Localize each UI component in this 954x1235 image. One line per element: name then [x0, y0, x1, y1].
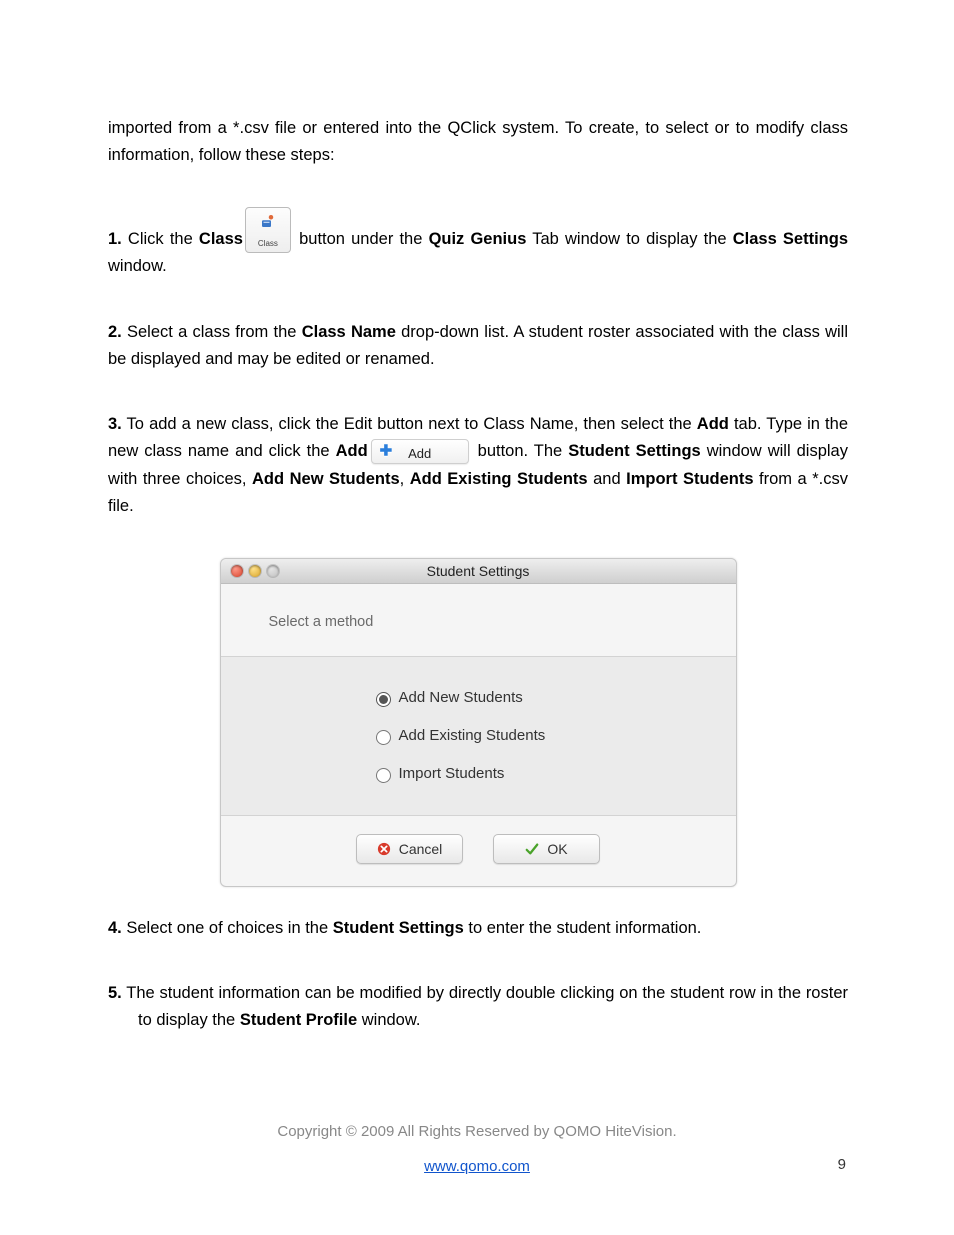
copyright-text: Copyright © 2009 All Rights Reserved by … [0, 1123, 954, 1140]
ok-button-label: OK [547, 841, 567, 857]
radio-import-students-label: Import Students [399, 765, 505, 782]
step-3-num: 3. [108, 415, 122, 433]
radio-add-new-students-label: Add New Students [399, 689, 523, 706]
radio-import-students[interactable]: Import Students [221, 755, 736, 793]
step-5-num: 5. [108, 984, 122, 1002]
step-5: 5. The student information can be modifi… [108, 980, 848, 1034]
student-settings-dialog: Student Settings Select a method Add New… [220, 558, 737, 887]
window-close-icon[interactable] [231, 565, 243, 577]
add-button-inline[interactable]: ✚ Add [371, 439, 469, 464]
step-2-num: 2. [108, 323, 122, 341]
cancel-icon [377, 842, 391, 856]
ok-icon [525, 842, 539, 856]
radio-import-students-input[interactable] [376, 768, 391, 783]
class-button-label: Class [246, 237, 290, 250]
dialog-title: Student Settings [221, 563, 736, 579]
radio-add-existing-students[interactable]: Add Existing Students [221, 717, 736, 755]
radio-add-new-students-input[interactable] [376, 692, 391, 707]
page-number: 9 [838, 1156, 846, 1173]
footer-link[interactable]: www.qomo.com [424, 1158, 530, 1175]
cancel-button-label: Cancel [399, 841, 443, 857]
step-2: 2. Select a class from the Class Name dr… [108, 319, 848, 373]
page-footer: Copyright © 2009 All Rights Reserved by … [0, 1123, 954, 1175]
step-4-num: 4. [108, 919, 122, 937]
window-controls [221, 565, 279, 577]
step-4: 4. Select one of choices in the Student … [108, 915, 848, 942]
step-1-num: 1. [108, 230, 122, 248]
method-panel: Add New Students Add Existing Students I… [221, 656, 736, 816]
class-toolbar-button[interactable]: Class [245, 207, 291, 253]
intro-paragraph: imported from a *.csv file or entered in… [108, 115, 848, 169]
window-zoom-icon[interactable] [267, 565, 279, 577]
dialog-titlebar: Student Settings [221, 559, 736, 584]
add-button-label: Add [372, 443, 468, 464]
radio-add-new-students[interactable]: Add New Students [221, 679, 736, 717]
radio-add-existing-students-input[interactable] [376, 730, 391, 745]
cancel-button[interactable]: Cancel [356, 834, 463, 864]
class-icon [259, 212, 277, 230]
ok-button[interactable]: OK [493, 834, 600, 864]
step-3: 3. To add a new class, click the Edit bu… [108, 411, 848, 520]
select-method-label: Select a method [269, 614, 688, 630]
window-minimize-icon[interactable] [249, 565, 261, 577]
radio-add-existing-students-label: Add Existing Students [399, 727, 546, 744]
step-1: 1. Click the Class Class button under th… [108, 207, 848, 280]
